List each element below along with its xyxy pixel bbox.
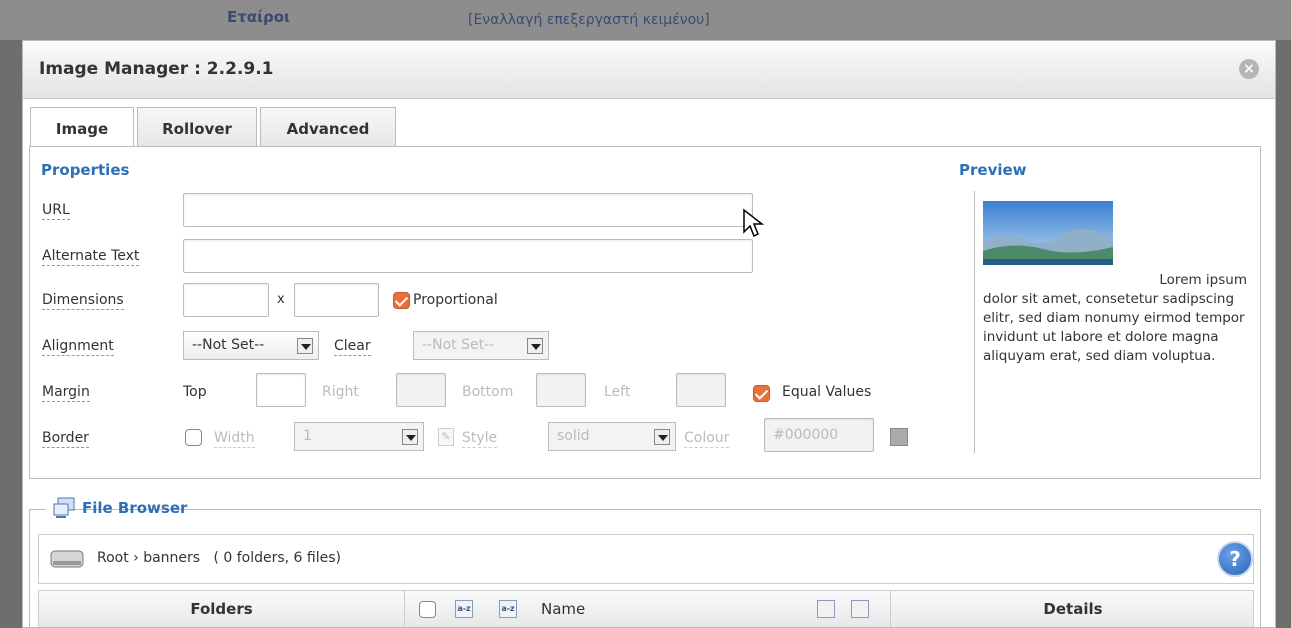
- chevron-down-icon: [402, 429, 418, 445]
- file-browser-title: File Browser: [82, 499, 188, 517]
- equal-values-label: Equal Values: [782, 384, 872, 400]
- dimensions-separator: x: [277, 292, 285, 307]
- alignment-label: Alignment: [42, 338, 114, 356]
- height-input[interactable]: [294, 283, 379, 317]
- background-toolbar: Εταίροι [Εναλλαγή επεξεργαστή κειμένου]: [0, 0, 1291, 40]
- drive-icon: [50, 550, 84, 568]
- name-column-header: a-z a-z Name: [405, 591, 891, 627]
- dialog-titlebar[interactable]: Image Manager : 2.2.9.1 ×: [23, 41, 1275, 99]
- file-browser-icon: [53, 497, 75, 518]
- preview-text: Lorem ipsum dolor sit amet, consetetur s…: [983, 271, 1251, 366]
- chevron-down-icon: [527, 338, 543, 354]
- background-label-partners: Εταίροι: [227, 8, 290, 26]
- url-label: URL: [42, 202, 70, 220]
- background-left-edge: [0, 40, 22, 628]
- dialog-title: Image Manager : 2.2.9.1: [39, 59, 274, 79]
- tab-rollover-label: Rollover: [162, 120, 232, 138]
- pencil-icon: ✎: [438, 428, 454, 446]
- margin-top-input[interactable]: [256, 373, 306, 407]
- border-width-select[interactable]: 1: [294, 422, 424, 451]
- background-toggle-editor: [Εναλλαγή επεξεργαστή κειμένου]: [468, 12, 710, 28]
- preview-heading: Preview: [959, 161, 1027, 179]
- alignment-select-value: --Not Set--: [192, 337, 265, 353]
- image-manager-dialog: Image Manager : 2.2.9.1 × Image Rollover…: [22, 40, 1276, 628]
- image-properties-panel: Properties URL Alternate Text Dimensions…: [29, 146, 1261, 479]
- tab-rollover[interactable]: Rollover: [137, 107, 257, 148]
- preview-text-first: Lorem ipsum: [1159, 272, 1247, 288]
- border-colour-input[interactable]: #000000: [764, 418, 874, 452]
- margin-bottom-input[interactable]: [536, 373, 586, 407]
- search-icon[interactable]: [851, 600, 869, 618]
- margin-right-label: Right: [322, 384, 359, 400]
- folders-column-header[interactable]: Folders: [39, 591, 405, 627]
- margin-label: Margin: [42, 384, 90, 402]
- dimensions-label: Dimensions: [42, 292, 124, 310]
- margin-bottom-label: Bottom: [462, 384, 514, 400]
- width-input[interactable]: [183, 283, 269, 317]
- clear-select[interactable]: --Not Set--: [413, 331, 549, 360]
- margin-right-input[interactable]: [396, 373, 446, 407]
- breadcrumb-bar: Root › banners ( 0 folders, 6 files) ?: [38, 534, 1254, 584]
- tab-advanced-label: Advanced: [286, 120, 370, 138]
- border-style-label: Style: [462, 430, 498, 448]
- tab-advanced[interactable]: Advanced: [260, 107, 396, 148]
- file-browser: File Browser Root › banners ( 0 folders,…: [29, 497, 1261, 627]
- border-width-value: 1: [303, 428, 312, 444]
- border-width-label: Width: [214, 430, 255, 448]
- alignment-select[interactable]: --Not Set--: [183, 331, 319, 360]
- background-right-edge: [1276, 40, 1291, 628]
- equal-values-checkbox[interactable]: [753, 385, 770, 402]
- tab-image-label: Image: [55, 120, 109, 138]
- border-style-value: solid: [557, 428, 590, 444]
- properties-heading: Properties: [41, 161, 130, 179]
- details-column-header: Details: [1043, 600, 1103, 618]
- preview-area: Lorem ipsum dolor sit amet, consetetur s…: [974, 191, 1254, 453]
- list-view-icon[interactable]: [817, 600, 835, 618]
- proportional-checkbox[interactable]: [393, 292, 410, 309]
- breadcrumb[interactable]: Root › banners ( 0 folders, 6 files): [97, 550, 341, 566]
- clear-select-value: --Not Set--: [422, 337, 495, 353]
- border-label: Border: [42, 430, 89, 448]
- border-colour-label: Colour: [684, 430, 730, 448]
- margin-top-label: Top: [183, 384, 207, 400]
- alternate-text-input[interactable]: [183, 239, 753, 273]
- border-checkbox[interactable]: [185, 429, 202, 446]
- clear-label: Clear: [334, 338, 371, 356]
- preview-text-rest: dolor sit amet, consetetur sadipscing el…: [983, 291, 1245, 364]
- file-list-header: Folders a-z a-z Name Details: [38, 590, 1254, 627]
- margin-left-label: Left: [604, 384, 631, 400]
- margin-left-input[interactable]: [676, 373, 726, 407]
- url-input[interactable]: [183, 193, 753, 227]
- select-all-checkbox[interactable]: [419, 601, 436, 618]
- border-style-select[interactable]: solid: [548, 422, 676, 451]
- name-column-label[interactable]: Name: [541, 591, 585, 627]
- help-icon[interactable]: ?: [1217, 541, 1253, 577]
- sort-icon[interactable]: a-z: [499, 600, 517, 618]
- proportional-label: Proportional: [413, 292, 498, 308]
- tab-image[interactable]: Image: [30, 107, 134, 149]
- close-icon[interactable]: ×: [1239, 59, 1259, 79]
- alternate-text-label: Alternate Text: [42, 248, 140, 266]
- file-browser-legend: File Browser: [46, 497, 187, 521]
- colour-picker-icon[interactable]: [890, 428, 908, 446]
- mouse-cursor-icon: [743, 208, 764, 238]
- chevron-down-icon: [297, 338, 313, 354]
- sort-icon[interactable]: a-z: [455, 600, 473, 618]
- chevron-down-icon: [654, 429, 670, 445]
